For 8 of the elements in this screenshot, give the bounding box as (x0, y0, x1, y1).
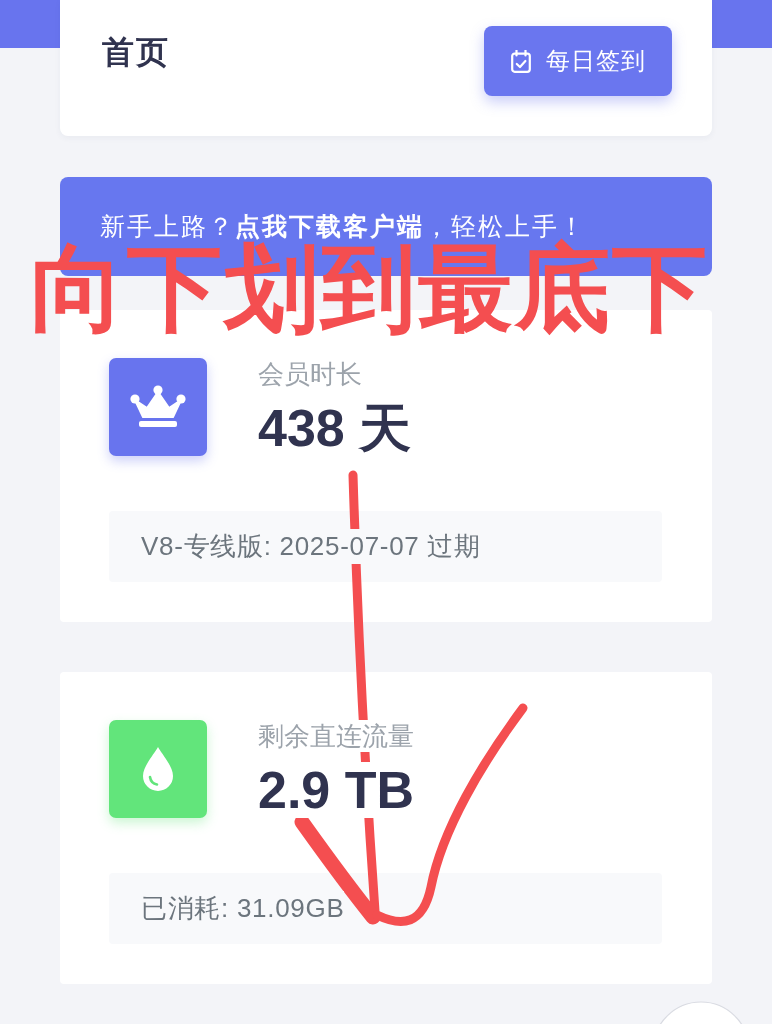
calendar-check-icon (510, 49, 531, 73)
page-title: 首页 (102, 33, 170, 72)
stat-label: 剩余直连流量 (258, 720, 414, 752)
banner-text: 新手上路？点我下载客户端，轻松上手！ (100, 211, 586, 240)
detail-text: V8-专线版: 2025-07-07 过期 (141, 529, 481, 564)
stat-value: 2.9 TB (258, 762, 415, 818)
stat-label: 会员时长 (258, 358, 362, 390)
checkin-button[interactable]: 每日签到 (484, 26, 672, 96)
